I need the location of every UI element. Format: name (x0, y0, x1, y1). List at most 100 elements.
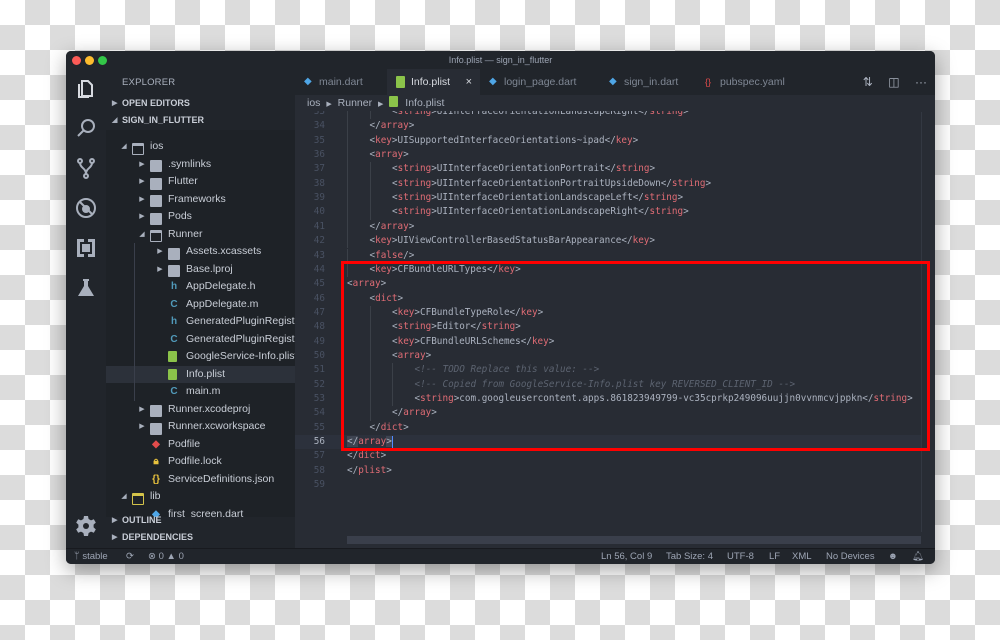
dart-icon: ◆ (304, 76, 312, 87)
xml-text: > (515, 263, 521, 275)
code-text: </dict> (347, 449, 386, 463)
tab-pubspec-yaml[interactable]: {} pubspec.yaml (696, 69, 802, 95)
line-number: 34 (313, 120, 325, 132)
tree-item[interactable]: 🔒︎ Podfile.lock (106, 453, 295, 471)
code-line: 47 <key>CFBundleTypeRole</key> (295, 305, 921, 321)
horizontal-scrollbar[interactable] (347, 536, 921, 544)
code-line: 48 <string>Editor</string> (295, 320, 921, 335)
code-text: <string>UIInterfaceOrientationLandscapeL… (392, 191, 683, 205)
code-line: 53 <string>com.googleusercontent.apps.861… (295, 392, 921, 407)
sync-icon[interactable]: ⟳ (126, 549, 134, 564)
code-text: <key>UISupportedInterfaceOrientations~ip… (370, 134, 639, 148)
breadcrumb-item[interactable]: Info.plist (405, 97, 444, 109)
tree-item[interactable]: ▶ Runner.xcworkspace (106, 418, 295, 436)
close-icon[interactable]: × (466, 69, 472, 95)
tab-login-page-dart[interactable]: ◆ login_page.dart (480, 69, 600, 95)
tree-item[interactable]: ▶ Flutter (106, 173, 295, 191)
indent-guide (369, 392, 371, 407)
code-text: <key>UIViewControllerBasedStatusBarAppea… (370, 234, 656, 248)
tree-item-label: Base.lproj (186, 262, 233, 275)
tab-label: main.dart (319, 76, 363, 88)
code-line: 43 <false/> (295, 248, 921, 263)
lock-icon: 🔒︎ (153, 456, 159, 467)
close-window-button[interactable] (72, 56, 81, 65)
xml-text: >com.googleusercontent.apps.861823949799… (453, 393, 874, 404)
open-changes-icon[interactable]: ⇅ (863, 69, 873, 95)
xml-text: >CFBundleURLTypes</ (391, 263, 499, 275)
code-line: 55 </dict> (295, 421, 921, 435)
notifications-bell-icon[interactable]: 🔔︎ (912, 549, 924, 564)
code-text: <!-- TODO Replace this value: --> (415, 363, 600, 377)
end-of-line[interactable]: LF (769, 549, 780, 564)
breadcrumb-item[interactable]: Runner (338, 97, 372, 109)
tree-item[interactable]: ▶ Pods (106, 208, 295, 226)
folder-open-icon (132, 492, 144, 505)
split-editor-icon[interactable]: ◫ (888, 69, 899, 95)
branch-indicator[interactable]: ᛘ stable (74, 549, 108, 564)
code-text: <key>CFBundleTypeRole</key> (392, 306, 543, 320)
xml-text: > (705, 177, 712, 189)
indent-guide (347, 119, 348, 134)
c-file-icon: C (170, 333, 178, 345)
tree-item[interactable]: ◢ Runner (106, 226, 295, 244)
tree-item-label: Info.plist (186, 367, 226, 380)
code-line: 46 <dict> (295, 292, 921, 306)
tab-info-plist[interactable]: Info.plist × (387, 69, 480, 95)
outline-section[interactable]: ▶ OUTLINE (106, 512, 295, 529)
dependencies-section[interactable]: ▶ DEPENDENCIES (106, 529, 295, 546)
tree-item[interactable]: {} ServiceDefinitions.json (106, 471, 295, 489)
tree-item[interactable]: ▶ Frameworks (106, 191, 295, 209)
tree-item[interactable]: ◆ Podfile (106, 436, 295, 454)
xml-comment: <!-- Copied from GoogleService-Info.plis… (414, 378, 796, 390)
open-editors-section[interactable]: ▶ OPEN EDITORS (106, 95, 295, 112)
devices[interactable]: No Devices (826, 549, 875, 564)
search-icon[interactable] (74, 116, 98, 140)
plist-icon (389, 96, 399, 107)
tree-item[interactable]: ▶ Runner.xcodeproj (106, 401, 295, 419)
more-actions-icon[interactable]: ··· (915, 69, 927, 95)
chevron-right-icon: ▶ (139, 423, 145, 430)
indent-guide (347, 133, 348, 149)
header-file-icon: h (170, 316, 178, 327)
flask-icon[interactable] (74, 276, 98, 300)
xml-text: </ (392, 407, 404, 419)
xml-tag: array (380, 220, 409, 232)
vertical-scrollbar[interactable] (921, 112, 922, 532)
project-section[interactable]: ◢ SIGN_IN_FLUTTER (106, 112, 295, 129)
maximize-window-button[interactable] (98, 56, 107, 65)
line-number: 46 (313, 292, 325, 304)
code-text: </dict> (370, 421, 409, 435)
encoding[interactable]: UTF-8 (727, 549, 754, 564)
minimize-window-button[interactable] (85, 56, 94, 65)
source-control-icon[interactable] (74, 156, 98, 180)
tree-item[interactable]: ▶ .symlinks (106, 156, 295, 174)
xml-tag: string (397, 192, 432, 204)
code-editor[interactable]: 33 <string>UIInterfaceOrientationLandscap… (295, 111, 921, 532)
extensions-icon[interactable] (74, 236, 98, 260)
chevron-right-icon: ▶ (139, 160, 145, 168)
debug-icon[interactable] (74, 196, 98, 220)
tab-main-dart[interactable]: ◆ main.dart (295, 69, 387, 95)
breadcrumb-item[interactable]: ios (307, 97, 320, 109)
feedback-smiley-icon[interactable]: ☻ (888, 549, 898, 564)
xml-tag: string (397, 321, 432, 333)
code-line: 51 <!-- TODO Replace this value: --> (295, 363, 921, 378)
cursor-position[interactable]: Ln 56, Col 9 (601, 549, 652, 564)
language-mode[interactable]: XML (792, 549, 812, 564)
tree-item[interactable]: ◢ lib (106, 488, 295, 506)
code-text: <string>UIInterfaceOrientationPortraitUp… (392, 177, 711, 191)
tab-sign-in-dart[interactable]: ◆ sign_in.dart (600, 69, 696, 95)
xml-text: > (380, 450, 387, 462)
folder-icon (168, 247, 180, 260)
code-line: 58 </plist> (295, 464, 921, 478)
problems-indicator[interactable]: ⊗ 0 ▲ 0 (148, 549, 184, 564)
warning-icon: ▲ (166, 551, 176, 562)
files-icon[interactable] (74, 76, 98, 100)
xml-tag: string (397, 163, 432, 175)
tab-size[interactable]: Tab Size: 4 (666, 549, 713, 564)
line-number: 40 (313, 206, 325, 218)
line-number: 56 (313, 436, 325, 448)
gear-icon[interactable] (74, 514, 98, 538)
tree-item[interactable]: ◢ ios (106, 138, 295, 156)
line-number: 42 (313, 235, 325, 247)
